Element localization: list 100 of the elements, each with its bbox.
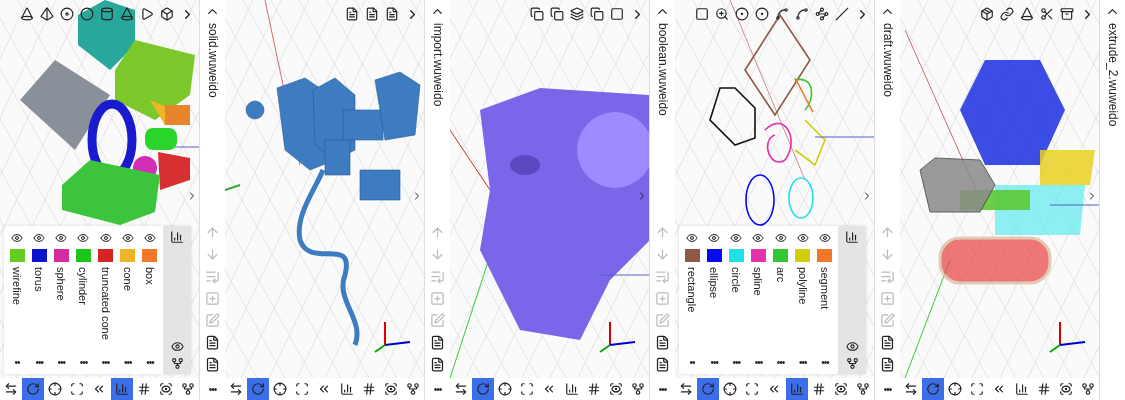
container-icon[interactable] <box>1060 7 1074 21</box>
eye-icon[interactable] <box>33 232 46 244</box>
cone-icon[interactable] <box>20 7 34 21</box>
more-button[interactable]: ••• <box>425 383 450 395</box>
document-icon[interactable] <box>205 335 220 350</box>
rotate-button[interactable] <box>22 378 45 400</box>
eye-icon[interactable] <box>730 232 743 244</box>
object-name[interactable]: torus <box>33 267 46 292</box>
cube-icon[interactable] <box>160 7 174 21</box>
object-name[interactable]: cylinder <box>77 267 90 305</box>
document-icon[interactable] <box>430 357 445 372</box>
eye-icon[interactable] <box>752 232 765 244</box>
eye-icon[interactable] <box>99 232 112 244</box>
more-menu[interactable]: ••• <box>124 357 132 368</box>
eye-icon[interactable] <box>121 232 134 244</box>
more-menu[interactable]: ••• <box>799 357 807 368</box>
more-menu[interactable]: ••• <box>101 357 110 368</box>
cylinder-icon[interactable] <box>100 7 114 21</box>
cone-icon[interactable] <box>120 7 134 21</box>
object-name[interactable]: circle <box>730 267 743 293</box>
square-icon[interactable] <box>695 7 709 21</box>
more-menu[interactable]: ••• <box>821 357 829 368</box>
stacked-squares-icon[interactable] <box>550 7 564 21</box>
cone-icon[interactable] <box>1020 7 1034 21</box>
triangle-icon[interactable] <box>140 7 154 21</box>
rotate-button[interactable] <box>247 378 270 400</box>
rotate-icon <box>926 382 941 396</box>
object-name[interactable]: spline <box>752 267 765 296</box>
view-icon <box>383 382 398 396</box>
object-name[interactable]: truncated cone <box>99 267 112 340</box>
eye-icon[interactable] <box>796 232 809 244</box>
fork-icon <box>405 382 420 396</box>
object-name[interactable]: arc <box>774 267 787 283</box>
bar-chart-icon[interactable] <box>170 230 184 244</box>
stacked-squares-icon[interactable] <box>530 7 544 21</box>
bar-chart-icon[interactable] <box>845 230 859 244</box>
eye-icon[interactable] <box>11 232 24 244</box>
bar-chart-button[interactable] <box>110 378 133 400</box>
document-icon[interactable] <box>655 357 670 372</box>
fork-icon[interactable] <box>845 357 859 370</box>
ring-icon[interactable] <box>60 7 74 21</box>
view-icon <box>158 382 173 396</box>
curve-icon[interactable] <box>795 7 809 21</box>
document-icon[interactable] <box>345 7 359 21</box>
rotate-button[interactable] <box>922 378 945 400</box>
more-menu[interactable]: ••• <box>146 357 154 368</box>
fork-icon[interactable] <box>170 357 184 370</box>
more-menu[interactable]: •• <box>689 357 695 368</box>
more-button[interactable]: ••• <box>875 383 900 395</box>
stacked-squares-icon[interactable] <box>590 7 604 21</box>
pyramid-icon[interactable] <box>40 7 54 21</box>
square-icon[interactable] <box>610 7 624 21</box>
eye-icon[interactable] <box>55 232 68 244</box>
link-icon[interactable] <box>1000 7 1014 21</box>
rotate-button[interactable] <box>472 378 495 400</box>
document-icon[interactable] <box>880 357 895 372</box>
document-icon[interactable] <box>205 357 220 372</box>
more-button[interactable]: ••• <box>650 383 675 395</box>
object-name[interactable]: rectangle <box>686 267 699 313</box>
document-icon[interactable] <box>655 335 670 350</box>
eye-icon[interactable] <box>818 232 831 244</box>
object-name[interactable]: sphere <box>55 267 68 301</box>
more-menu[interactable]: ••• <box>776 357 785 368</box>
object-name[interactable]: ellipse <box>708 267 721 299</box>
package-icon[interactable] <box>980 7 994 21</box>
more-menu[interactable]: ••• <box>732 357 741 368</box>
zoom-icon[interactable] <box>715 7 729 21</box>
eye-icon[interactable] <box>686 232 699 244</box>
document-icon[interactable] <box>385 7 399 21</box>
eye-icon[interactable] <box>845 340 859 353</box>
object-name[interactable]: polyline <box>796 267 809 305</box>
circle-dot-icon[interactable] <box>755 7 769 21</box>
scissors-icon[interactable] <box>1040 7 1054 21</box>
more-menu[interactable]: ••• <box>35 357 43 368</box>
more-menu[interactable]: ••• <box>710 357 718 368</box>
eye-icon[interactable] <box>77 232 90 244</box>
object-name[interactable]: segment <box>818 267 831 310</box>
document-icon[interactable] <box>430 335 445 350</box>
eye-icon[interactable] <box>170 340 184 353</box>
document-icon[interactable] <box>365 7 379 21</box>
sphere-icon[interactable] <box>80 7 94 21</box>
line-icon[interactable] <box>835 7 849 21</box>
bar-chart-button[interactable] <box>785 378 808 400</box>
circle-dot-icon[interactable] <box>735 7 749 21</box>
curve-icon[interactable] <box>775 7 789 21</box>
rotate-button[interactable] <box>697 378 720 400</box>
eye-icon[interactable] <box>708 232 721 244</box>
document-icon[interactable] <box>880 335 895 350</box>
object-name[interactable]: cone <box>121 267 134 291</box>
eye-icon[interactable] <box>143 232 156 244</box>
object-name[interactable]: wirefine <box>11 267 24 305</box>
layers-icon[interactable] <box>570 7 584 21</box>
more-menu[interactable]: ••• <box>57 357 66 368</box>
eye-icon[interactable] <box>774 232 787 244</box>
more-menu[interactable]: •• <box>14 357 20 368</box>
more-menu[interactable]: ••• <box>79 357 88 368</box>
object-name[interactable]: box <box>143 267 156 285</box>
more-menu[interactable]: ••• <box>754 357 763 368</box>
polyline-icon[interactable] <box>815 7 829 21</box>
more-button[interactable]: ••• <box>200 383 225 395</box>
